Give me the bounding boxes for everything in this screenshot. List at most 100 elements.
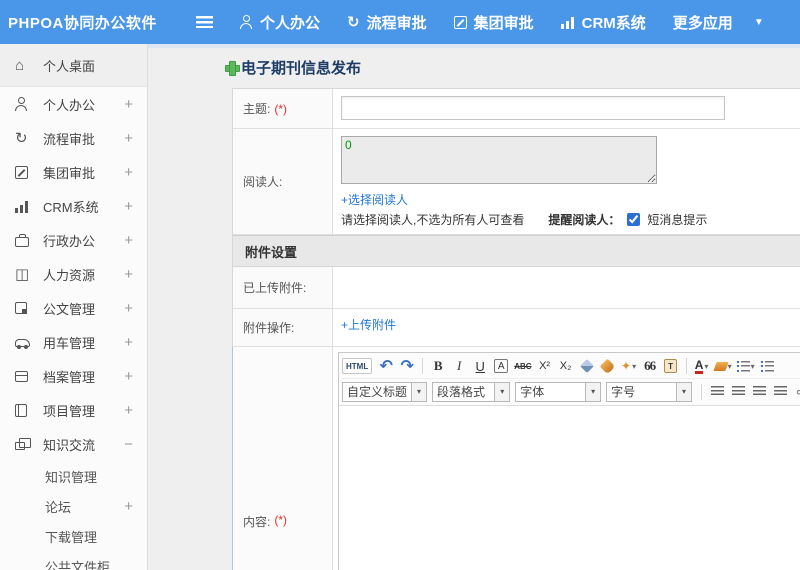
nav-group-approval[interactable]: 集团审批	[453, 12, 534, 33]
subject-label-cell: 主题: (*)	[233, 89, 333, 128]
sidebar-subitem-knowledge-mgmt[interactable]: 知识管理	[0, 461, 147, 491]
required-mark: (*)	[274, 513, 288, 527]
align-justify-button[interactable]	[770, 382, 790, 402]
format-brush-button[interactable]	[598, 356, 618, 376]
subject-input[interactable]	[341, 96, 725, 120]
readers-tip-text: 请选择阅读人,不选为所有人可查看	[341, 213, 525, 227]
italic-button[interactable]: I	[449, 356, 469, 376]
sidebar-subitem-download-mgmt[interactable]: 下载管理	[0, 521, 147, 551]
highlight-button[interactable]: ▾	[712, 356, 734, 376]
autotypeset-button[interactable]: ✦ ▾	[619, 356, 639, 376]
subscript-button[interactable]: X₂	[556, 356, 576, 376]
insert-link-button[interactable]: ∞	[791, 382, 800, 402]
caret-down-icon: ▾	[750, 361, 755, 371]
hamburger-menu-icon[interactable]	[196, 16, 213, 28]
add-plus-icon	[225, 61, 240, 76]
align-left-button[interactable]	[707, 382, 727, 402]
expand-icon[interactable]: +	[124, 130, 133, 147]
paragraph-format-select[interactable]: 段落格式 ▾	[432, 381, 511, 402]
expand-icon[interactable]: +	[124, 402, 133, 419]
attachment-section-header: 附件设置	[233, 235, 800, 267]
align-right-button[interactable]	[749, 382, 769, 402]
ordered-list-button[interactable]: ▾	[735, 356, 757, 376]
paste-text-button[interactable]: T	[661, 356, 681, 376]
font-size-select[interactable]: 字号 ▾	[606, 381, 693, 402]
superscript-button[interactable]: X²	[535, 356, 555, 376]
sms-remind-checkbox[interactable]	[627, 213, 641, 226]
nav-workflow-approval[interactable]: ↻ 流程审批	[347, 12, 427, 33]
chevron-down-icon[interactable]: ▼	[754, 17, 764, 28]
align-center-button[interactable]	[728, 382, 748, 402]
custom-title-select[interactable]: 自定义标题 ▾	[342, 381, 428, 402]
eraser-button[interactable]	[577, 356, 597, 376]
readers-label-cell: 阅读人:	[233, 129, 333, 234]
sidebar-item-archive-mgmt[interactable]: 档案管理 +	[0, 359, 147, 393]
nav-more-apps[interactable]: 更多应用	[673, 12, 733, 33]
attach-op-value-cell: +上传附件	[333, 309, 800, 346]
readers-textarea[interactable]: 0	[341, 136, 657, 184]
sidebar-subitem-forum[interactable]: 论坛 +	[0, 491, 147, 521]
font-color-button[interactable]: A ▾	[692, 356, 712, 376]
html-source-button[interactable]: HTML	[342, 358, 373, 374]
font-family-select[interactable]: 字体 ▾	[515, 381, 602, 402]
process-icon: ↻	[347, 13, 360, 31]
caret-down-icon: ▾	[676, 382, 692, 401]
upload-attachment-link[interactable]: +上传附件	[341, 318, 396, 332]
sidebar-item-personal-desktop[interactable]: ⌂ 个人桌面	[0, 44, 147, 87]
expand-icon[interactable]: +	[124, 198, 133, 215]
archive-icon	[15, 370, 28, 382]
underline-button[interactable]: U	[470, 356, 490, 376]
sidebar-item-admin-office[interactable]: 行政办公 +	[0, 223, 147, 257]
uploaded-attachments-row: 已上传附件:	[233, 267, 800, 309]
editor-content-area[interactable]	[339, 406, 800, 570]
expand-icon[interactable]: +	[124, 498, 133, 515]
nav-personal-office[interactable]: 个人办公	[240, 12, 320, 33]
expand-icon[interactable]: +	[124, 232, 133, 249]
sidebar: ⌂ 个人桌面 个人办公 + ↻ 流程审批 + 集团审批 + CRM系统 + 行政…	[0, 44, 148, 570]
expand-icon[interactable]: +	[124, 334, 133, 351]
sidebar-item-knowledge-exchange[interactable]: 知识交流 −	[0, 427, 147, 461]
sidebar-item-vehicle-mgmt[interactable]: 用车管理 +	[0, 325, 147, 359]
sidebar-item-workflow-approval[interactable]: ↻ 流程审批 +	[0, 121, 147, 155]
align-center-icon	[731, 386, 745, 397]
expand-icon[interactable]: +	[124, 266, 133, 283]
expand-icon[interactable]: +	[124, 300, 133, 317]
expand-icon[interactable]: +	[124, 164, 133, 181]
bold-button[interactable]: B	[428, 356, 448, 376]
unordered-list-button[interactable]	[758, 356, 778, 376]
nav-crm-system[interactable]: CRM系统	[560, 12, 646, 33]
sidebar-item-personal-office[interactable]: 个人办公 +	[0, 87, 147, 121]
select-readers-link[interactable]: +选择阅读人	[341, 191, 800, 208]
align-justify-icon	[773, 386, 787, 397]
brush-icon	[599, 358, 616, 374]
expand-icon[interactable]: +	[124, 96, 133, 113]
sidebar-item-document-mgmt[interactable]: 公文管理 +	[0, 291, 147, 325]
eraser-icon	[579, 358, 594, 374]
rich-text-editor: HTML ↶ ↷ B I U A ABC X² X₂ ✦ ▾ 66 T A ▾ …	[338, 352, 800, 570]
collapse-icon[interactable]: −	[124, 436, 133, 453]
sidebar-item-hr[interactable]: ◫ 人力资源 +	[0, 257, 147, 291]
blockquote-button[interactable]: 66	[640, 356, 660, 376]
sidebar-item-project-mgmt[interactable]: 项目管理 +	[0, 393, 147, 427]
sidebar-item-group-approval[interactable]: 集团审批 +	[0, 155, 147, 189]
header-nav: 个人办公 ↻ 流程审批 集团审批 CRM系统 更多应用 ▼	[196, 12, 764, 33]
expand-icon[interactable]: +	[124, 368, 133, 385]
caret-down-icon: ▾	[704, 361, 709, 371]
person-icon	[15, 97, 28, 111]
main-content: 电子期刊信息发布 主题: (*) 阅读人: 0 +选择阅读人 请选择阅读人,不选…	[148, 44, 800, 570]
toolbar-separator	[701, 383, 703, 400]
font-style-button[interactable]: A	[494, 359, 509, 373]
strikethrough-button[interactable]: ABC	[512, 356, 533, 376]
align-right-icon	[752, 386, 766, 397]
undo-button[interactable]: ↶	[376, 356, 396, 376]
top-header-bar: PHPOA协同办公软件 个人办公 ↻ 流程审批 集团审批 CRM系统 更多应用 …	[0, 0, 800, 44]
publish-form: 主题: (*) 阅读人: 0 +选择阅读人 请选择阅读人,不选为所有人可查看 提…	[232, 88, 800, 570]
redo-button[interactable]: ↷	[397, 356, 417, 376]
sidebar-subitem-public-file-cabinet[interactable]: 公共文件柜	[0, 551, 147, 570]
uploaded-label-cell: 已上传附件:	[233, 267, 333, 308]
app-logo: PHPOA协同办公软件	[8, 14, 157, 32]
content-row: 内容: (*) HTML ↶ ↷ B I U A ABC X² X₂ ✦ ▾ 6…	[232, 347, 800, 570]
toolbar-separator	[685, 358, 687, 374]
page-title: 电子期刊信息发布	[225, 57, 361, 78]
sidebar-item-crm-system[interactable]: CRM系统 +	[0, 189, 147, 223]
